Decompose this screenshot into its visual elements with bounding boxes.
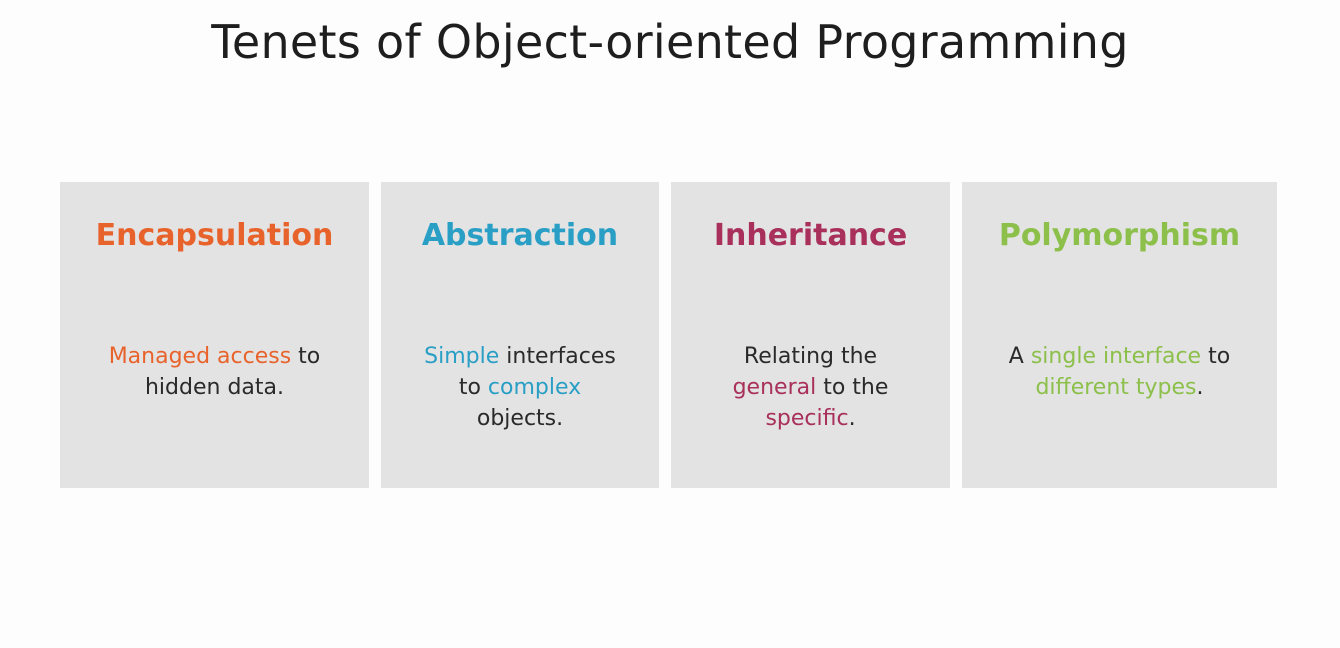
slide-title: Tenets of Object-oriented Programming <box>211 15 1129 69</box>
card-description-polymorphism: A single interface to different types. <box>976 341 1263 403</box>
description-line: general to the <box>685 372 936 403</box>
card-polymorphism: Polymorphism A single interface to diffe… <box>962 182 1277 488</box>
card-heading-inheritance: Inheritance <box>713 218 908 253</box>
highlight-text: complex <box>487 375 582 400</box>
card-heading-polymorphism: Polymorphism <box>998 218 1241 253</box>
highlight-text: different types <box>1035 375 1197 400</box>
description-line: A single interface to <box>976 341 1263 372</box>
plain-text: Relating the <box>743 344 878 369</box>
description-line: specific. <box>685 403 936 434</box>
card-heading-abstraction: Abstraction <box>421 218 619 253</box>
plain-text: . <box>848 406 856 431</box>
card-description-inheritance: Relating the general to the specific. <box>685 341 936 434</box>
plain-text: to <box>291 344 321 369</box>
card-encapsulation: Encapsulation Managed access to hidden d… <box>60 182 369 488</box>
description-line: objects. <box>395 403 645 434</box>
card-inheritance: Inheritance Relating the general to the … <box>671 182 950 488</box>
plain-text: to <box>458 375 488 400</box>
description-line: different types. <box>976 372 1263 403</box>
description-line: Simple interfaces <box>395 341 645 372</box>
plain-text: . <box>1196 375 1204 400</box>
card-description-abstraction: Simple interfaces to complex objects. <box>395 341 645 434</box>
description-line: Relating the <box>685 341 936 372</box>
highlight-text: Managed access <box>108 344 292 369</box>
highlight-text: Simple <box>424 344 500 369</box>
plain-text: to the <box>816 375 889 400</box>
card-heading-encapsulation: Encapsulation <box>95 218 334 253</box>
highlight-text: general <box>732 375 817 400</box>
plain-text: A <box>1008 344 1031 369</box>
card-abstraction: Abstraction Simple interfaces to complex… <box>381 182 659 488</box>
plain-text: interfaces <box>499 344 616 369</box>
plain-text: objects. <box>476 406 564 431</box>
plain-text: to <box>1201 344 1231 369</box>
highlight-text: single interface <box>1030 344 1202 369</box>
description-line: hidden data. <box>74 372 355 403</box>
plain-text: hidden data. <box>144 375 284 400</box>
description-line: to complex <box>395 372 645 403</box>
description-line: Managed access to <box>74 341 355 372</box>
highlight-text: specific <box>765 406 849 431</box>
card-description-encapsulation: Managed access to hidden data. <box>74 341 355 403</box>
